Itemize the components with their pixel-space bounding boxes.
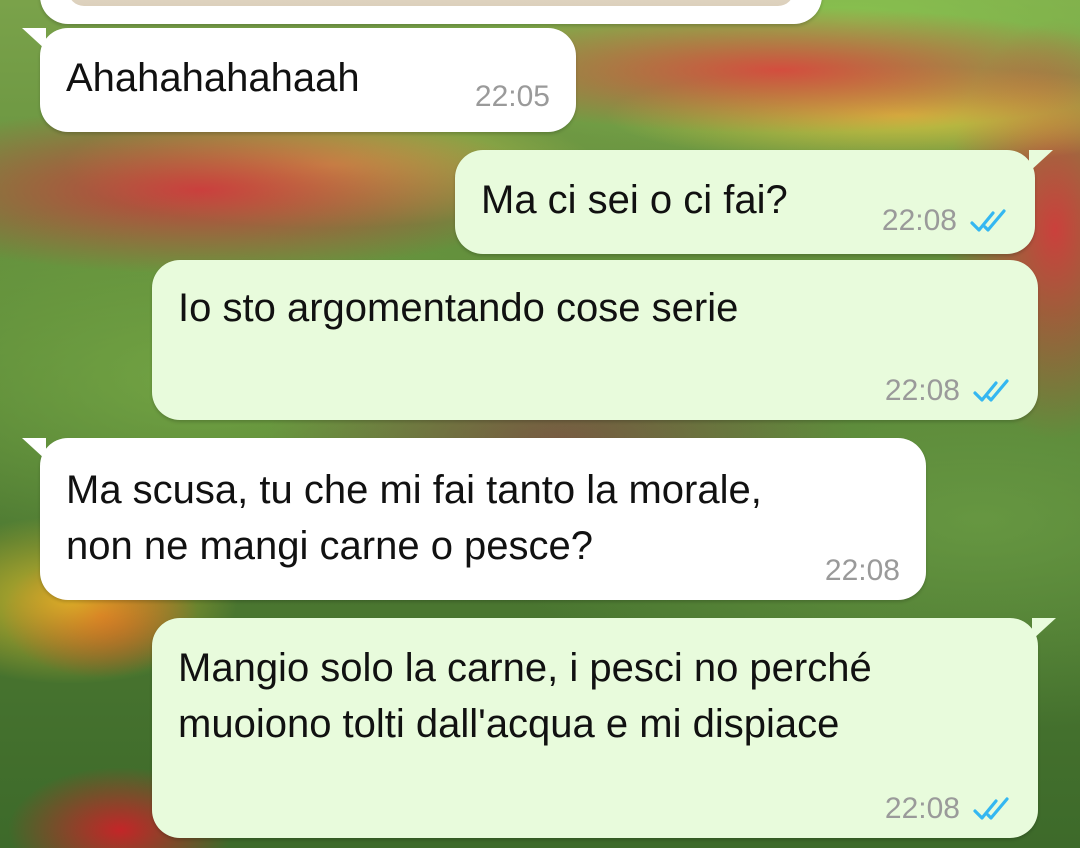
- outgoing-message-bubble[interactable]: Ma ci sei o ci fai? 22:08: [455, 150, 1053, 254]
- message-time: 22:05: [474, 80, 550, 113]
- double-check-icon: [973, 797, 1009, 820]
- bubble-tail: [1032, 618, 1056, 640]
- message-text: Mangio solo la carne, i pesci no perché …: [178, 646, 872, 746]
- message-text: Io sto argomentando cose serie: [178, 286, 739, 330]
- double-check-icon: [970, 209, 1006, 232]
- double-check-icon: [973, 379, 1009, 402]
- message-meta: 22:08: [885, 374, 1012, 408]
- message-time: 22:08: [881, 204, 957, 237]
- media-thumbnail[interactable]: [68, 0, 794, 6]
- message-meta: 22:08: [882, 204, 1009, 238]
- incoming-message-bubble[interactable]: Ma scusa, tu che mi fai tanto la morale,…: [22, 438, 926, 600]
- message-text: Ma ci sei o ci fai?: [481, 178, 788, 222]
- bubble-tail: [1029, 150, 1053, 172]
- previous-media-message[interactable]: [40, 0, 822, 24]
- bubble-tail: [22, 438, 46, 460]
- outgoing-message-bubble[interactable]: Mangio solo la carne, i pesci no perché …: [152, 618, 1056, 838]
- message-text: Ahahahahahaah: [66, 56, 360, 100]
- message-meta: 22:08: [885, 792, 1012, 826]
- message-meta: 22:08: [825, 554, 900, 588]
- bubble-tail: [22, 28, 46, 50]
- outgoing-message-bubble[interactable]: Io sto argomentando cose serie 22:08: [152, 260, 1038, 420]
- message-time: 22:08: [824, 554, 900, 587]
- message-time: 22:08: [884, 374, 960, 407]
- message-meta: 22:05: [475, 80, 550, 114]
- message-text: Ma scusa, tu che mi fai tanto la morale,…: [66, 468, 762, 568]
- message-time: 22:08: [884, 792, 960, 825]
- incoming-message-bubble[interactable]: Ahahahahahaah 22:05: [22, 28, 576, 132]
